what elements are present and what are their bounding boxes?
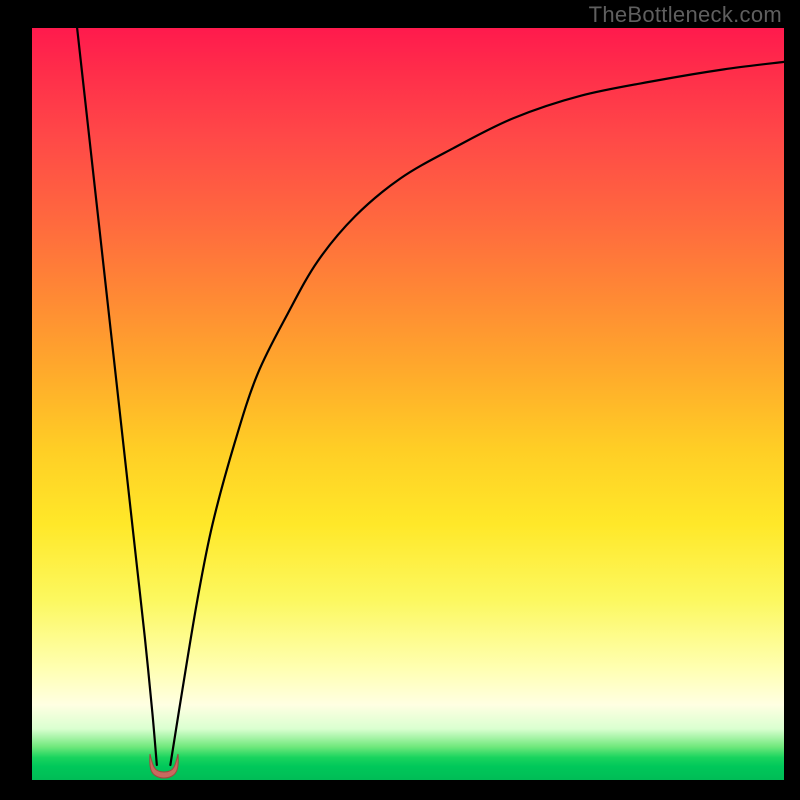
bottleneck-curve xyxy=(32,28,784,780)
plot-area xyxy=(32,28,784,780)
curve-right-branch xyxy=(170,62,784,765)
minimum-marker xyxy=(146,752,182,780)
curve-left-branch xyxy=(77,28,157,765)
minimum-marker-icon xyxy=(149,754,178,778)
chart-frame: TheBottleneck.com xyxy=(0,0,800,800)
watermark-text: TheBottleneck.com xyxy=(589,2,782,28)
